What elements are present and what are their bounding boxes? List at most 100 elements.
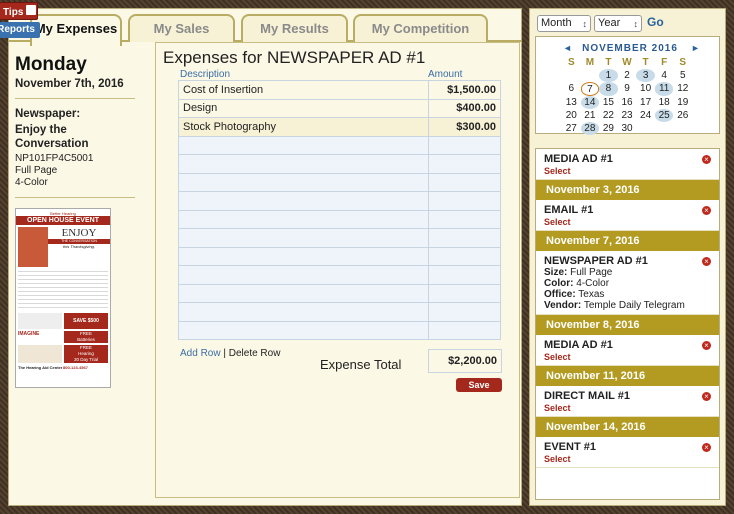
calendar-day[interactable]: 9 xyxy=(618,82,637,95)
empty-amount-cell[interactable] xyxy=(428,172,501,192)
empty-expense-row[interactable] xyxy=(178,228,501,248)
calendar-day[interactable]: 27 xyxy=(562,122,581,135)
empty-expense-row[interactable] xyxy=(178,302,501,322)
calendar-day[interactable]: 8 xyxy=(599,82,618,96)
empty-expense-row[interactable] xyxy=(178,283,501,303)
empty-amount-cell[interactable] xyxy=(428,265,501,285)
month-select[interactable]: Month xyxy=(537,15,591,32)
expense-description[interactable]: Cost of Insertion xyxy=(178,80,429,100)
calendar-day[interactable]: 22 xyxy=(599,109,618,122)
reports-button[interactable]: Reports xyxy=(0,22,40,38)
expense-row[interactable]: Cost of Insertion $1,500.00 xyxy=(178,80,501,100)
calendar-day[interactable]: 11 xyxy=(654,82,674,96)
event-item[interactable]: EVENT #1 Select × xyxy=(536,437,719,468)
empty-amount-cell[interactable] xyxy=(428,191,501,211)
empty-amount-cell[interactable] xyxy=(428,302,501,322)
empty-description-cell[interactable] xyxy=(178,246,429,266)
expense-row[interactable]: Design $400.00 xyxy=(178,98,501,118)
calendar-day[interactable]: 14 xyxy=(580,95,600,109)
expense-description[interactable]: Stock Photography xyxy=(178,117,429,137)
tips-button[interactable]: Tips xyxy=(0,2,38,20)
calendar-day[interactable]: 13 xyxy=(562,96,581,109)
empty-expense-row[interactable] xyxy=(178,191,501,211)
empty-description-cell[interactable] xyxy=(178,265,429,285)
calendar-day[interactable]: 20 xyxy=(562,109,581,122)
ad-thumbnail[interactable]: Better Hearing OPEN HOUSE EVENT ENJOY TH… xyxy=(15,208,111,388)
tab-my-expenses[interactable]: My Expenses xyxy=(30,14,122,46)
calendar-next-icon[interactable]: ► xyxy=(691,43,700,53)
expense-description[interactable]: Design xyxy=(178,98,429,118)
add-row-link[interactable]: Add Row xyxy=(180,348,221,359)
empty-description-cell[interactable] xyxy=(178,191,429,211)
empty-amount-cell[interactable] xyxy=(428,209,501,229)
calendar-day[interactable]: 1 xyxy=(599,69,618,83)
expense-amount[interactable]: $1,500.00 xyxy=(428,80,501,100)
remove-event-icon[interactable]: × xyxy=(702,392,711,401)
calendar-day[interactable]: 19 xyxy=(673,96,692,109)
event-select-link[interactable]: Select xyxy=(544,454,711,464)
remove-event-icon[interactable]: × xyxy=(702,257,711,266)
calendar-day[interactable]: 10 xyxy=(636,82,655,95)
remove-event-icon[interactable]: × xyxy=(702,206,711,215)
tab-my-results[interactable]: My Results xyxy=(241,14,348,42)
calendar-day[interactable]: 24 xyxy=(636,109,655,122)
tab-my-sales[interactable]: My Sales xyxy=(128,14,235,42)
calendar-day[interactable]: 17 xyxy=(636,96,655,109)
empty-amount-cell[interactable] xyxy=(428,320,501,340)
tab-my-competition[interactable]: My Competition xyxy=(353,14,488,42)
empty-amount-cell[interactable] xyxy=(428,246,501,266)
calendar-day[interactable]: 16 xyxy=(618,96,637,109)
calendar-day[interactable]: 3 xyxy=(636,69,655,83)
event-select-link[interactable]: Select xyxy=(544,217,711,227)
event-item[interactable]: DIRECT MAIL #1 Select × xyxy=(536,386,719,417)
event-select-link[interactable]: Select xyxy=(544,352,711,362)
remove-event-icon[interactable]: × xyxy=(702,155,711,164)
empty-amount-cell[interactable] xyxy=(428,154,501,174)
empty-expense-row[interactable] xyxy=(178,154,501,174)
empty-expense-row[interactable] xyxy=(178,265,501,285)
calendar-day[interactable]: 6 xyxy=(562,82,581,95)
calendar-day[interactable]: 21 xyxy=(581,109,600,122)
empty-expense-row[interactable] xyxy=(178,209,501,229)
calendar-day[interactable]: 28 xyxy=(580,121,600,136)
delete-row-link[interactable]: Delete Row xyxy=(229,348,281,359)
empty-expense-row[interactable] xyxy=(178,135,501,155)
calendar-day[interactable]: 7 xyxy=(580,82,600,96)
expense-amount[interactable]: $300.00 xyxy=(428,117,501,137)
go-button[interactable]: Go xyxy=(647,15,664,29)
expense-amount[interactable]: $400.00 xyxy=(428,98,501,118)
empty-description-cell[interactable] xyxy=(178,135,429,155)
empty-description-cell[interactable] xyxy=(178,154,429,174)
calendar-day[interactable]: 4 xyxy=(655,69,674,82)
calendar-day[interactable]: 29 xyxy=(599,122,618,135)
empty-expense-row[interactable] xyxy=(178,172,501,192)
calendar-day[interactable]: 25 xyxy=(654,108,674,122)
event-item[interactable]: MEDIA AD #1 Select × xyxy=(536,335,719,366)
empty-description-cell[interactable] xyxy=(178,209,429,229)
event-item[interactable]: MEDIA AD #1 Select × xyxy=(536,149,719,180)
event-item[interactable]: NEWSPAPER AD #1 Size: Full Page Color: 4-C… xyxy=(536,251,719,315)
calendar-day[interactable]: 15 xyxy=(599,96,618,109)
calendar-day[interactable]: 2 xyxy=(618,69,637,82)
empty-expense-row[interactable] xyxy=(178,246,501,266)
calendar-day[interactable]: 26 xyxy=(673,109,692,122)
event-select-link[interactable]: Select xyxy=(544,403,711,413)
remove-event-icon[interactable]: × xyxy=(702,443,711,452)
calendar-day[interactable]: 23 xyxy=(618,109,637,122)
event-item[interactable]: EMAIL #1 Select × xyxy=(536,200,719,231)
empty-amount-cell[interactable] xyxy=(428,228,501,248)
save-button[interactable]: Save xyxy=(456,378,502,392)
empty-description-cell[interactable] xyxy=(178,172,429,192)
calendar-day[interactable]: 5 xyxy=(673,69,692,82)
remove-event-icon[interactable]: × xyxy=(702,341,711,350)
calendar-day[interactable]: 12 xyxy=(673,82,692,95)
calendar-day[interactable]: 18 xyxy=(655,96,674,109)
empty-expense-row[interactable] xyxy=(178,320,501,340)
empty-description-cell[interactable] xyxy=(178,283,429,303)
empty-description-cell[interactable] xyxy=(178,320,429,340)
event-select-link[interactable]: Select xyxy=(544,166,711,176)
expense-row[interactable]: Stock Photography $300.00 xyxy=(178,117,501,137)
year-select[interactable]: Year xyxy=(594,15,642,32)
empty-description-cell[interactable] xyxy=(178,302,429,322)
calendar-day[interactable]: 30 xyxy=(618,122,637,135)
